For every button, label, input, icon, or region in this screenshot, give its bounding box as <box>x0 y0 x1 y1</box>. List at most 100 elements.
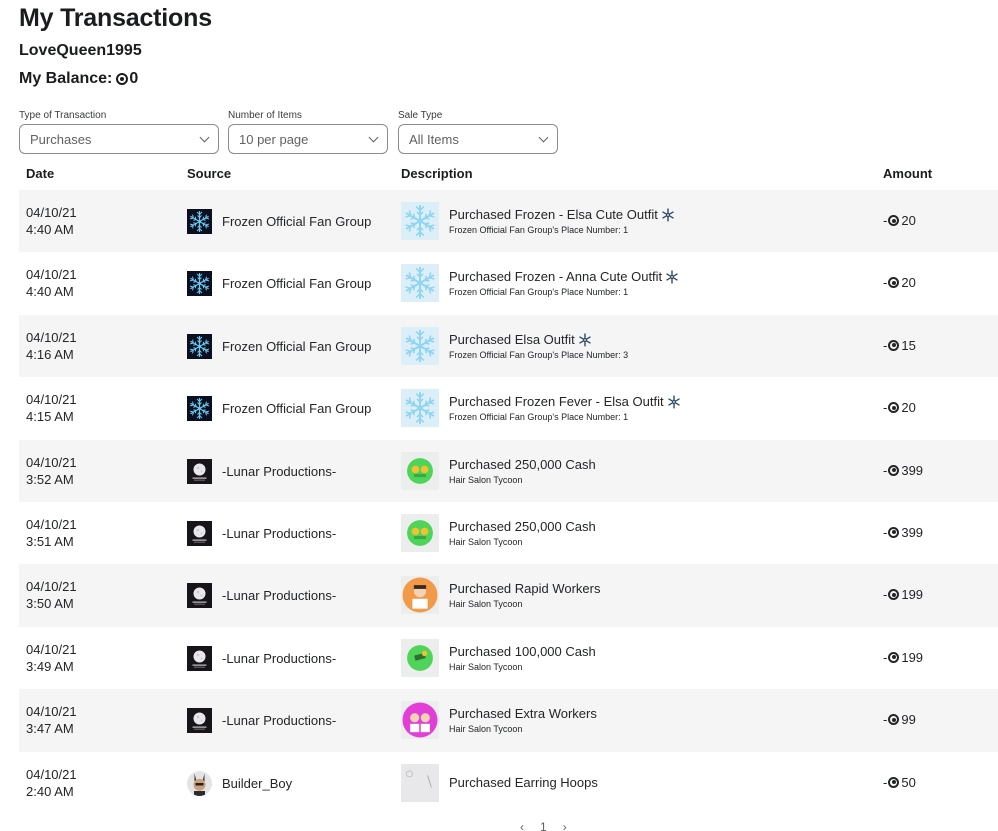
item-name-link[interactable]: Purchased Extra Workers <box>449 706 597 722</box>
source-cell: -Lunar Productions- <box>187 645 336 671</box>
amount-cell: - 50 <box>883 775 916 790</box>
item-thumbnail[interactable] <box>401 389 439 428</box>
source-link[interactable]: -Lunar Productions- <box>222 588 336 603</box>
item-name-link[interactable]: Purchased Frozen Fever - Elsa Outfit <box>449 394 664 410</box>
description-cell: Purchased Frozen Fever - Elsa Outfit Fro… <box>401 389 681 428</box>
username: LoveQueen1995 <box>19 42 142 59</box>
robux-icon <box>888 402 900 414</box>
header-amount: Amount <box>883 166 933 181</box>
source-cell: Frozen Official Fan Group <box>187 209 371 234</box>
item-name-link[interactable]: Purchased 250,000 Cash <box>449 519 596 535</box>
transaction-type-filter: Type of Transaction Purchases <box>19 110 219 154</box>
source-cell: Frozen Official Fan Group <box>187 271 371 297</box>
date-text: 04/10/21 <box>26 516 77 532</box>
transactions-table: 04/10/21 4:40 AM Frozen Official Fan Gro… <box>19 190 998 814</box>
user-avatar-icon[interactable] <box>187 770 212 796</box>
source-cell: -Lunar Productions- <box>187 583 336 609</box>
item-thumbnail[interactable] <box>401 202 439 240</box>
amount-sign: - <box>883 462 888 478</box>
moon-group-icon[interactable] <box>187 583 212 609</box>
source-link[interactable]: -Lunar Productions- <box>222 464 336 479</box>
chevron-down-icon <box>199 132 210 142</box>
moon-group-icon[interactable] <box>187 520 212 546</box>
item-thumbnail[interactable] <box>401 451 439 490</box>
item-thumbnail[interactable] <box>401 264 439 303</box>
table-row: 04/10/21 4:40 AM Frozen Official Fan Gro… <box>19 252 998 314</box>
premium-icon <box>578 333 592 347</box>
item-thumbnail[interactable] <box>401 513 439 552</box>
next-page-button[interactable]: › <box>563 820 567 831</box>
moon-group-icon[interactable] <box>187 645 212 671</box>
date-cell: 04/10/21 2:40 AM <box>26 766 77 800</box>
amount-cell: - 399 <box>883 463 923 478</box>
select-value: All Items <box>409 131 459 147</box>
snowflake-group-icon[interactable] <box>187 209 212 234</box>
prev-page-button[interactable]: ‹ <box>520 820 524 831</box>
balance-label: My Balance: <box>19 70 113 87</box>
snowflake-group-icon[interactable] <box>187 333 212 359</box>
moon-group-icon[interactable] <box>187 458 212 484</box>
description-cell: Purchased Extra Workers Hair Salon Tycoo… <box>401 701 597 740</box>
item-name-link[interactable]: Purchased Rapid Workers <box>449 581 601 597</box>
chevron-down-icon <box>368 132 379 142</box>
place-name: Hair Salon Tycoon <box>449 599 523 610</box>
robux-icon <box>116 73 129 85</box>
time-text: 2:40 AM <box>26 783 74 799</box>
description-cell: Purchased Frozen - Elsa Cute Outfit Froz… <box>401 202 675 240</box>
moon-group-icon[interactable] <box>187 708 212 734</box>
chevron-down-icon <box>538 132 549 142</box>
item-thumbnail[interactable] <box>401 576 439 615</box>
header-source: Source <box>187 166 232 181</box>
transaction-type-select[interactable]: Purchases <box>19 124 219 154</box>
source-cell: Builder_Boy <box>187 770 292 796</box>
amount-value: 199 <box>901 649 924 665</box>
source-link[interactable]: Frozen Official Fan Group <box>222 339 371 354</box>
premium-icon <box>665 270 679 284</box>
amount-sign: - <box>883 649 888 665</box>
date-text: 04/10/21 <box>26 392 77 408</box>
source-link[interactable]: Frozen Official Fan Group <box>222 276 371 291</box>
item-name-link[interactable]: Purchased Earring Hoops <box>449 775 598 791</box>
date-cell: 04/10/21 4:40 AM <box>26 266 77 300</box>
source-cell: -Lunar Productions- <box>187 458 336 484</box>
amount-sign: - <box>883 524 888 540</box>
source-link[interactable]: Builder_Boy <box>222 776 292 791</box>
header-description: Description <box>401 166 473 181</box>
select-value: 10 per page <box>239 131 309 147</box>
item-count-select[interactable]: 10 per page <box>228 124 388 154</box>
page-title: My Transactions <box>19 4 212 32</box>
item-name-link[interactable]: Purchased 250,000 Cash <box>449 457 596 473</box>
source-link[interactable]: -Lunar Productions- <box>222 651 336 666</box>
item-thumbnail[interactable] <box>401 763 439 802</box>
item-thumbnail[interactable] <box>401 638 439 677</box>
description-cell: Purchased 100,000 Cash Hair Salon Tycoon <box>401 638 596 677</box>
item-name-link[interactable]: Purchased 100,000 Cash <box>449 644 596 660</box>
date-text: 04/10/21 <box>26 641 77 657</box>
table-header: Date Source Description Amount <box>0 166 998 186</box>
item-thumbnail[interactable] <box>401 326 439 365</box>
source-link[interactable]: -Lunar Productions- <box>222 713 336 728</box>
item-name-link[interactable]: Purchased Frozen - Anna Cute Outfit <box>449 269 662 285</box>
snowflake-group-icon[interactable] <box>187 271 212 297</box>
description-cell: Purchased Rapid Workers Hair Salon Tycoo… <box>401 576 601 615</box>
source-link[interactable]: Frozen Official Fan Group <box>222 401 371 416</box>
date-cell: 04/10/21 3:49 AM <box>26 641 77 675</box>
date-text: 04/10/21 <box>26 267 77 283</box>
amount-sign: - <box>883 400 888 416</box>
place-name: Hair Salon Tycoon <box>449 661 523 672</box>
item-name-link[interactable]: Purchased Elsa Outfit <box>449 332 575 348</box>
date-text: 04/10/21 <box>26 329 77 345</box>
sale-type-select[interactable]: All Items <box>398 124 558 154</box>
time-text: 3:52 AM <box>26 471 74 487</box>
snowflake-group-icon[interactable] <box>187 396 212 422</box>
robux-icon <box>888 339 900 351</box>
page-number: 1 <box>540 820 547 831</box>
item-name-link[interactable]: Purchased Frozen - Elsa Cute Outfit <box>449 207 658 223</box>
table-row: 04/10/21 2:40 AM Builder_Boy Purchased E… <box>19 752 998 814</box>
source-link[interactable]: -Lunar Productions- <box>222 526 336 541</box>
amount-cell: - 20 <box>883 213 916 228</box>
source-link[interactable]: Frozen Official Fan Group <box>222 214 371 229</box>
item-thumbnail[interactable] <box>401 701 439 740</box>
amount-cell: - 99 <box>883 712 916 727</box>
amount-value: 50 <box>901 774 916 790</box>
